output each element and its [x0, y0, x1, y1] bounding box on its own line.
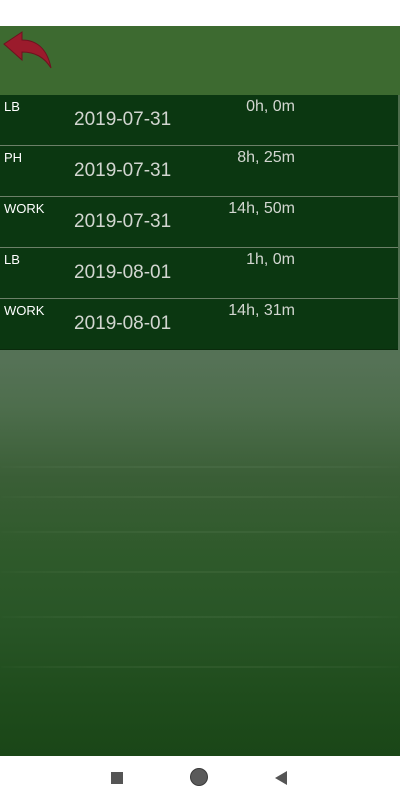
entry-duration: 1h, 0m [246, 251, 295, 268]
entry-type: WORK [4, 303, 45, 318]
entries-list: LB 2019-07-31 0h, 0m PH 2019-07-31 8h, 2… [0, 95, 398, 350]
entry-duration: 8h, 25m [237, 149, 295, 166]
list-item[interactable]: LB 2019-08-01 1h, 0m [0, 248, 398, 299]
entry-date: 2019-07-31 [74, 211, 172, 232]
screen: LB 2019-07-31 0h, 0m PH 2019-07-31 8h, 2… [0, 0, 400, 800]
entry-date: 2019-07-31 [74, 109, 172, 130]
water-ripple [0, 496, 400, 498]
list-item[interactable]: WORK 2019-08-01 14h, 31m [0, 299, 398, 350]
list-item[interactable]: LB 2019-07-31 0h, 0m [0, 95, 398, 146]
water-ripple [0, 666, 400, 668]
triangle-back-icon[interactable] [275, 771, 287, 785]
status-bar [0, 0, 400, 26]
entry-date: 2019-07-31 [74, 160, 172, 181]
entry-type: LB [4, 252, 20, 267]
entry-duration: 14h, 50m [228, 200, 295, 217]
back-arrow-icon [3, 31, 52, 69]
entry-date: 2019-08-01 [74, 313, 172, 334]
entry-type: PH [4, 150, 23, 165]
entry-duration: 14h, 31m [228, 302, 295, 319]
water-ripple [0, 571, 400, 573]
navigation-bar [0, 756, 400, 800]
list-item[interactable]: PH 2019-07-31 8h, 25m [0, 146, 398, 197]
app-area: LB 2019-07-31 0h, 0m PH 2019-07-31 8h, 2… [0, 26, 400, 756]
circle-icon[interactable] [190, 768, 208, 786]
back-button[interactable] [2, 30, 54, 74]
list-item[interactable]: WORK 2019-07-31 14h, 50m [0, 197, 398, 248]
entry-duration: 0h, 0m [246, 98, 295, 115]
header-bar [0, 26, 400, 95]
entry-type: LB [4, 99, 20, 114]
entry-type: WORK [4, 201, 45, 216]
water-ripple [0, 616, 400, 618]
water-ripple [0, 531, 400, 533]
entry-date: 2019-08-01 [74, 262, 172, 283]
water-ripple [0, 466, 400, 468]
square-icon[interactable] [111, 772, 123, 784]
